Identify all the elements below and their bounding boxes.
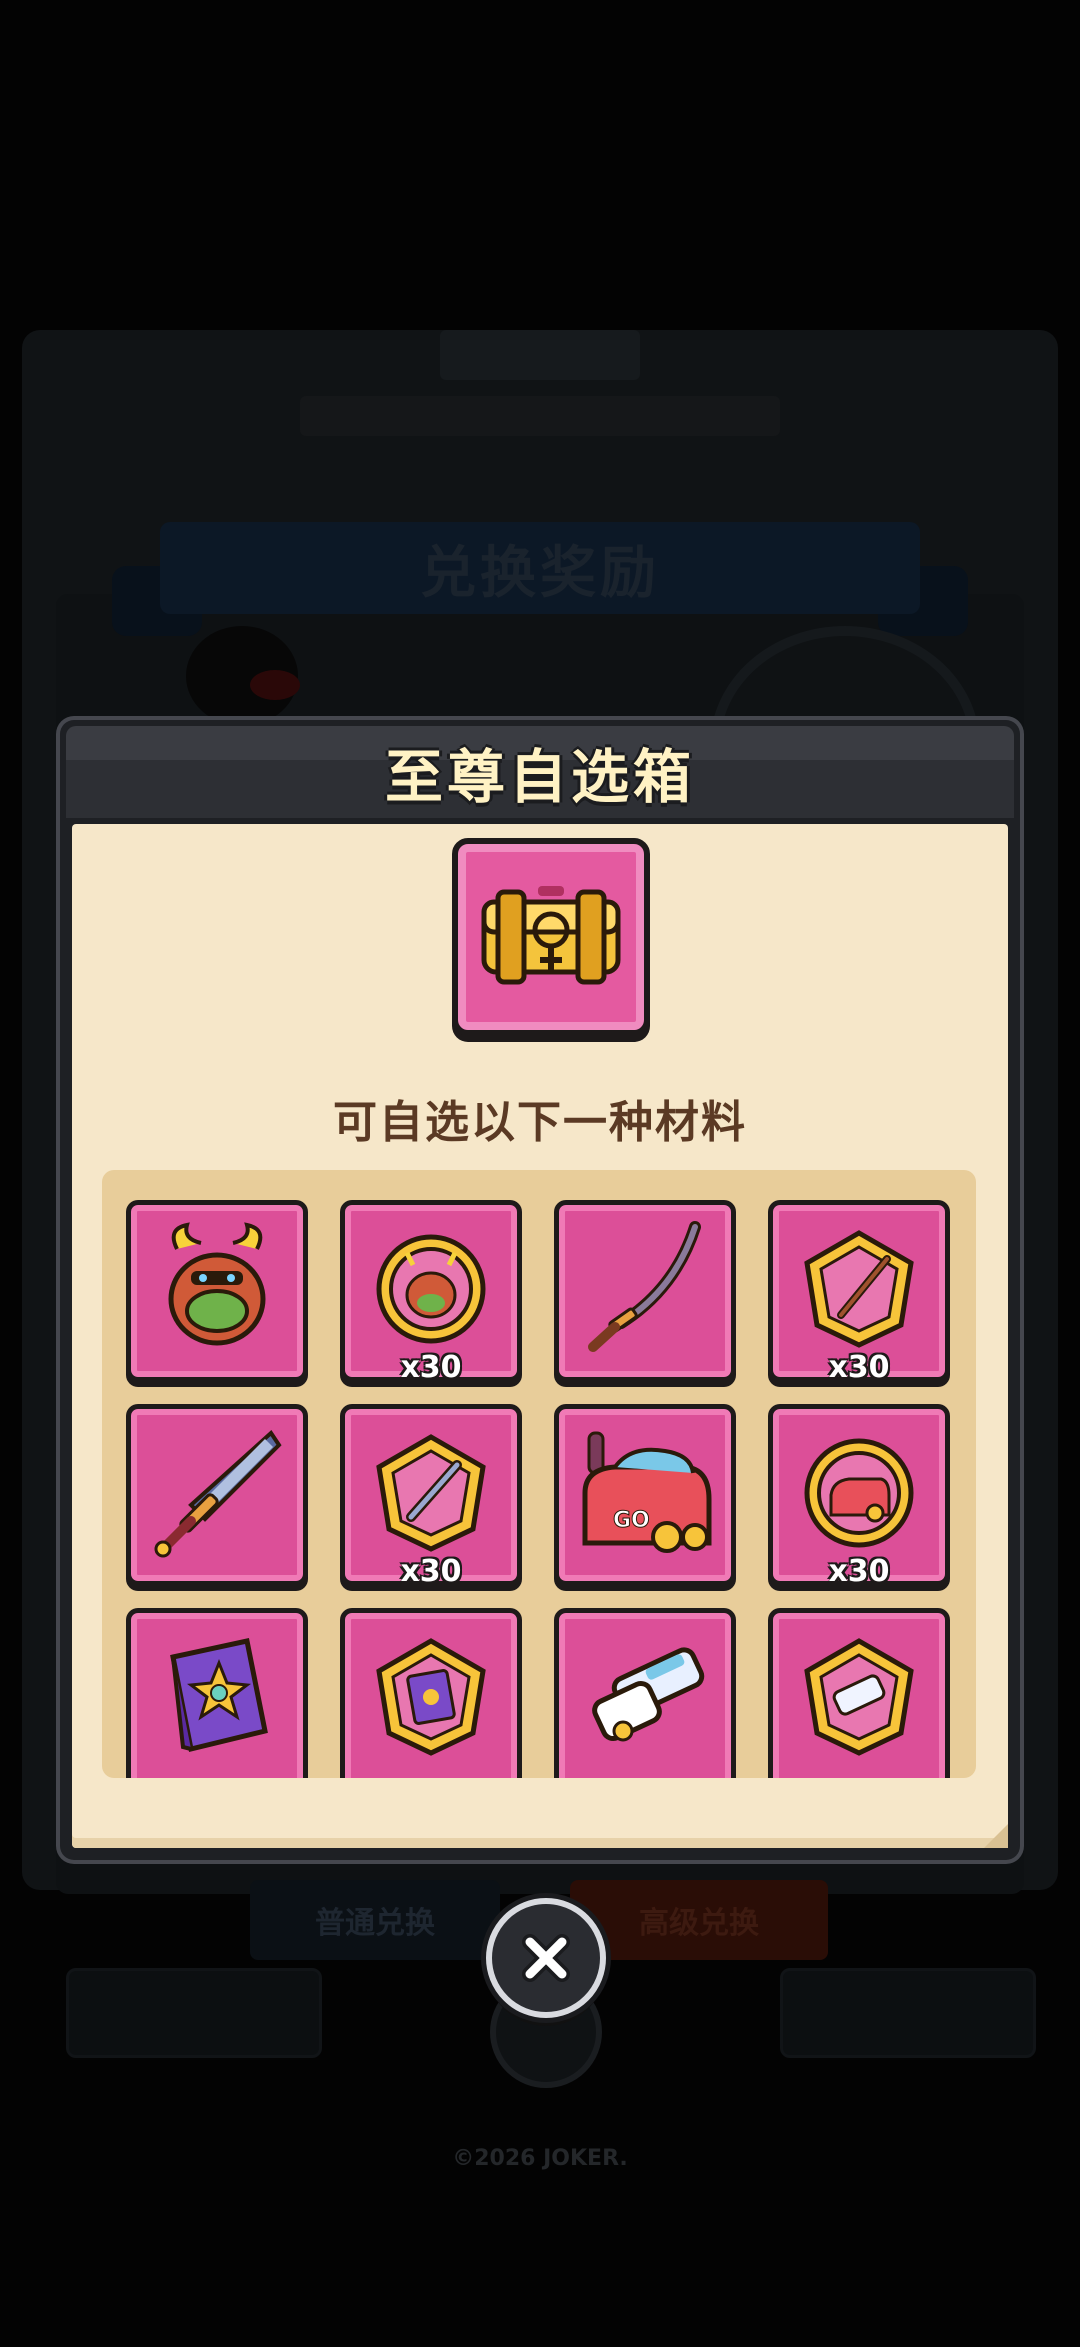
item-quantity: x30 bbox=[828, 1554, 890, 1589]
reward-item-go-kart-shard[interactable]: x30 bbox=[768, 1404, 950, 1589]
spellbook-icon bbox=[170, 1638, 268, 1753]
go-kart-mount-icon: GO bbox=[582, 1431, 712, 1553]
katana-weapon-icon bbox=[588, 1221, 701, 1352]
blaster-shard-icon bbox=[804, 1638, 914, 1756]
supreme-selection-box-dialog: 至尊自选箱 可自选以下一种材料 x30 x30 x30 GO x30 bbox=[60, 720, 1020, 1860]
reward-item-blaster-shard[interactable] bbox=[768, 1608, 950, 1778]
material-grid-panel[interactable]: x30 x30 x30 GO x30 bbox=[102, 1170, 976, 1778]
spellbook-shard-icon bbox=[376, 1638, 486, 1756]
reward-item-go-kart[interactable]: GO bbox=[554, 1404, 736, 1586]
penguin-beak bbox=[250, 670, 300, 700]
close-button[interactable] bbox=[486, 1898, 606, 2018]
reward-item-katana[interactable] bbox=[554, 1200, 736, 1382]
reward-item-spellbook-shard[interactable] bbox=[340, 1608, 522, 1778]
close-icon bbox=[522, 1934, 570, 1982]
banner-title: 兑换奖励 bbox=[420, 540, 660, 606]
dialog-title: 至尊自选箱 bbox=[384, 743, 695, 811]
copyright-text: ©2026 JOKER. bbox=[452, 2146, 628, 2171]
item-quantity: x30 bbox=[400, 1350, 462, 1385]
item-quantity: x30 bbox=[400, 1554, 462, 1589]
reward-item-reindeer-shard[interactable]: x30 bbox=[340, 1200, 522, 1385]
background-button-right bbox=[780, 1968, 1036, 2058]
chest-preview bbox=[452, 838, 650, 1036]
background-button-left bbox=[66, 1968, 322, 2058]
dialog-body: 可自选以下一种材料 x30 x30 x30 GO x30 bbox=[72, 824, 1008, 1848]
background-title bbox=[440, 330, 640, 380]
dialog-header: 至尊自选箱 bbox=[66, 726, 1014, 818]
exchange-rewards-banner: 兑换奖励 bbox=[160, 522, 920, 614]
greatsword-weapon-icon bbox=[154, 1429, 282, 1558]
item-quantity: x30 bbox=[828, 1350, 890, 1385]
golden-chest-icon bbox=[481, 886, 621, 985]
background-subtitle bbox=[300, 396, 780, 436]
reward-item-reindeer-pet[interactable] bbox=[126, 1200, 308, 1382]
page-corner-fold bbox=[984, 1824, 1008, 1848]
katana-shard-icon bbox=[804, 1230, 914, 1348]
tab-normal-exchange: 普通兑换 bbox=[250, 1880, 500, 1960]
reward-item-greatsword[interactable] bbox=[126, 1404, 308, 1586]
reward-item-spellbook[interactable] bbox=[126, 1608, 308, 1778]
reindeer-pet-icon bbox=[168, 1222, 266, 1346]
reward-item-greatsword-shard[interactable]: x30 bbox=[340, 1404, 522, 1589]
selection-instruction: 可自选以下一种材料 bbox=[333, 1097, 747, 1148]
go-kart-shard-icon bbox=[804, 1438, 914, 1548]
tab-advanced-exchange: 高级兑换 bbox=[570, 1880, 828, 1960]
reindeer-pet-shard-icon bbox=[376, 1234, 486, 1344]
greatsword-shard-icon bbox=[376, 1434, 486, 1552]
reward-item-blaster[interactable] bbox=[554, 1608, 736, 1778]
svg-text:GO: GO bbox=[613, 1508, 650, 1533]
blaster-gun-icon bbox=[592, 1647, 705, 1742]
reward-item-katana-shard[interactable]: x30 bbox=[768, 1200, 950, 1385]
